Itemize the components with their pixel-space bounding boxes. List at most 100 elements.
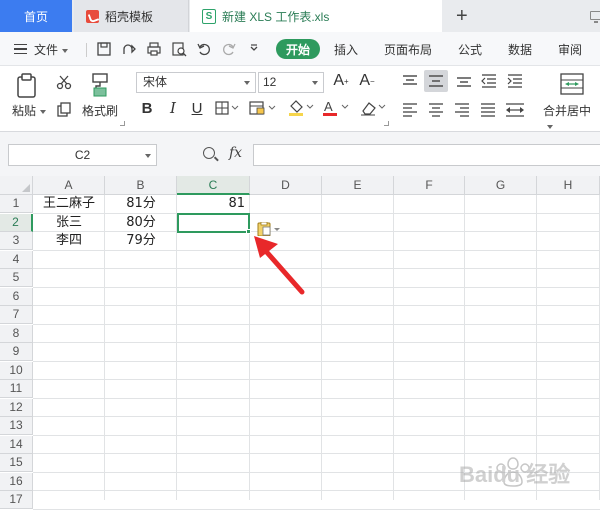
- file-menu-label: 文件: [34, 43, 59, 57]
- align-center-icon[interactable]: [428, 103, 444, 117]
- bold-button[interactable]: B: [139, 98, 155, 118]
- row-header-10[interactable]: 10: [0, 361, 33, 380]
- cut-icon[interactable]: [56, 74, 72, 90]
- distributed-icon[interactable]: [505, 103, 525, 117]
- print-icon[interactable]: [146, 41, 162, 57]
- cell-b1[interactable]: 81分: [105, 195, 177, 213]
- italic-button[interactable]: I: [165, 98, 181, 118]
- row-header-13[interactable]: 13: [0, 417, 33, 435]
- new-tab-button[interactable]: +: [456, 5, 468, 28]
- fill-color-icon[interactable]: [287, 99, 315, 117]
- name-box[interactable]: C2: [8, 144, 157, 166]
- row-header-16[interactable]: 16: [0, 472, 33, 491]
- justify-icon[interactable]: [480, 103, 496, 117]
- paste-button[interactable]: 粘贴: [12, 102, 47, 119]
- cell-b2[interactable]: 80分: [105, 214, 177, 232]
- increase-indent-icon[interactable]: [507, 74, 523, 88]
- tab-document[interactable]: S 新建 XLS 工作表.xls: [190, 0, 600, 32]
- clipboard-dialog-launcher[interactable]: [120, 121, 125, 126]
- row-header-15[interactable]: 15: [0, 454, 33, 472]
- share-icon[interactable]: [121, 41, 137, 57]
- cell-a3[interactable]: 李四: [33, 232, 105, 250]
- font-color-icon[interactable]: A: [322, 99, 350, 117]
- monitor-icon[interactable]: [590, 11, 600, 23]
- column-header-h[interactable]: H: [537, 176, 600, 195]
- menu-insert[interactable]: 插入: [334, 41, 358, 58]
- row-header-7[interactable]: 7: [0, 306, 33, 324]
- row-header-11[interactable]: 11: [0, 380, 33, 398]
- decrease-font-size-icon[interactable]: A −: [358, 71, 376, 91]
- increase-font-size-icon[interactable]: A +: [332, 71, 350, 91]
- gridline: [33, 508, 600, 510]
- selected-cell-c2[interactable]: [177, 213, 250, 233]
- column-header-b[interactable]: B: [105, 176, 177, 195]
- font-size-select[interactable]: 12: [258, 72, 324, 93]
- align-left-icon[interactable]: [402, 103, 418, 117]
- gridline: [321, 195, 322, 500]
- redo-icon[interactable]: [221, 41, 237, 57]
- watermark: Baidu 经验: [459, 457, 570, 487]
- formula-input[interactable]: [253, 144, 600, 166]
- formula-bar-area: C2 fx: [0, 132, 600, 176]
- column-header-g[interactable]: G: [465, 176, 537, 195]
- merge-center-icon[interactable]: [560, 72, 584, 96]
- font-family-select[interactable]: 宋体: [136, 72, 256, 93]
- row-header-8[interactable]: 8: [0, 324, 33, 343]
- column-header-d[interactable]: D: [250, 176, 322, 195]
- undo-icon[interactable]: [196, 41, 212, 57]
- menu-page-layout[interactable]: 页面布局: [384, 41, 432, 58]
- row-header-14[interactable]: 14: [0, 435, 33, 454]
- column-header-e[interactable]: E: [322, 176, 394, 195]
- customize-toolbar-icon[interactable]: [246, 41, 262, 57]
- hamburger-icon[interactable]: [14, 44, 27, 54]
- row-header-12[interactable]: 12: [0, 398, 33, 417]
- underline-button[interactable]: U: [189, 98, 205, 118]
- tab-bar: 首页 稻壳模板 S 新建 XLS 工作表.xls +: [0, 0, 600, 32]
- format-painter-button[interactable]: 格式刷: [82, 102, 118, 119]
- copy-icon[interactable]: [56, 102, 72, 118]
- conditional-format-icon[interactable]: [249, 101, 277, 115]
- font-size-value: 12: [263, 75, 277, 89]
- row-header-9[interactable]: 9: [0, 343, 33, 361]
- row-header-3[interactable]: 3: [0, 232, 33, 250]
- row-header-1[interactable]: 1: [0, 195, 33, 213]
- insert-function-button[interactable]: fx: [229, 145, 242, 161]
- align-top-icon[interactable]: [402, 74, 418, 88]
- gridline: [33, 342, 600, 343]
- cell-a1[interactable]: 王二麻子: [33, 195, 105, 213]
- file-menu[interactable]: 文件: [34, 41, 69, 58]
- borders-icon[interactable]: [215, 101, 239, 115]
- menu-review[interactable]: 审阅: [558, 41, 582, 58]
- decrease-indent-icon[interactable]: [481, 74, 497, 88]
- menu-data[interactable]: 数据: [508, 41, 532, 58]
- font-dialog-launcher[interactable]: [384, 121, 389, 126]
- merge-center-button[interactable]: 合并居中: [543, 102, 600, 133]
- zoom-icon[interactable]: [203, 147, 215, 159]
- clear-icon[interactable]: [357, 99, 387, 117]
- select-all-button[interactable]: [0, 176, 33, 195]
- tab-template[interactable]: 稻壳模板: [74, 0, 189, 32]
- row-header-17[interactable]: 17: [0, 491, 33, 509]
- cell-a2[interactable]: 张三: [33, 214, 105, 232]
- tab-home[interactable]: 首页: [0, 0, 72, 32]
- cell-c1[interactable]: 81: [177, 195, 250, 213]
- column-header-c[interactable]: C: [177, 176, 250, 195]
- row-header-4[interactable]: 4: [0, 250, 33, 269]
- tab-home-label: 首页: [23, 9, 48, 24]
- row-header-6[interactable]: 6: [0, 287, 33, 306]
- format-painter-icon[interactable]: [88, 72, 112, 98]
- column-header-f[interactable]: F: [394, 176, 465, 195]
- menu-formulas[interactable]: 公式: [458, 41, 482, 58]
- align-middle-button[interactable]: [424, 70, 448, 92]
- row-header-2[interactable]: 2: [0, 213, 33, 232]
- print-preview-icon[interactable]: [171, 41, 187, 57]
- chevron-down-icon: [312, 81, 318, 85]
- align-bottom-icon[interactable]: [456, 74, 472, 88]
- cell-b3[interactable]: 79分: [105, 232, 177, 250]
- paste-icon[interactable]: [13, 72, 41, 100]
- align-right-icon[interactable]: [454, 103, 470, 117]
- save-icon[interactable]: [96, 41, 112, 57]
- row-header-5[interactable]: 5: [0, 269, 33, 287]
- menu-start-tab[interactable]: 开始: [276, 39, 320, 59]
- column-header-a[interactable]: A: [33, 176, 105, 195]
